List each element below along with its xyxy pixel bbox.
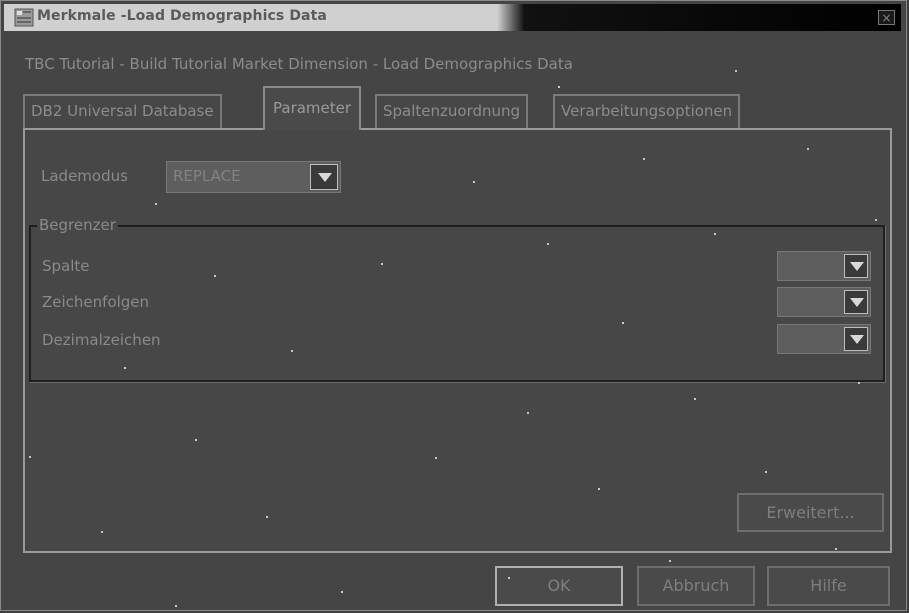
ok-button[interactable]: OK xyxy=(495,566,623,606)
title-bar[interactable]: Merkmale -Load Demographics Data × xyxy=(4,4,901,31)
object-path-label: TBC Tutorial - Build Tutorial Market Dim… xyxy=(25,55,573,73)
noise-speck xyxy=(291,350,293,352)
noise-speck xyxy=(669,560,671,562)
noise-speck xyxy=(175,605,177,607)
noise-speck xyxy=(875,219,877,221)
noise-speck xyxy=(714,233,716,235)
noise-speck xyxy=(858,382,860,384)
lademodus-select[interactable]: REPLACE xyxy=(166,161,341,193)
begrenzer-legend: Begrenzer xyxy=(37,216,118,234)
lademodus-value: REPLACE xyxy=(173,167,241,185)
hilfe-button[interactable]: Hilfe xyxy=(767,566,890,606)
noise-speck xyxy=(643,158,645,160)
properties-dialog: Merkmale -Load Demographics Data × TBC T… xyxy=(0,0,907,611)
noise-speck xyxy=(765,471,767,473)
noise-speck xyxy=(195,439,197,441)
dezimalzeichen-select[interactable] xyxy=(777,324,871,354)
noise-speck xyxy=(735,70,737,72)
noise-speck xyxy=(144,18,146,20)
abbruch-button[interactable]: Abbruch xyxy=(637,566,755,606)
zeichenfolgen-label: Zeichenfolgen xyxy=(42,293,150,311)
spalte-select[interactable] xyxy=(777,251,871,281)
erweitert-button[interactable]: Erweitert... xyxy=(737,493,884,532)
noise-speck xyxy=(694,398,696,400)
begrenzer-group xyxy=(29,225,885,382)
noise-speck xyxy=(101,531,103,533)
noise-speck xyxy=(155,203,157,205)
noise-speck xyxy=(807,148,809,150)
noise-speck xyxy=(381,263,383,265)
chevron-down-icon[interactable] xyxy=(310,164,338,190)
noise-speck xyxy=(527,412,529,414)
noise-speck xyxy=(124,367,126,369)
tab-verarbeitungsoptionen[interactable]: Verarbeitungsoptionen xyxy=(553,94,741,128)
window-title: Merkmale -Load Demographics Data xyxy=(37,8,327,24)
noise-speck xyxy=(835,548,837,550)
chevron-down-icon[interactable] xyxy=(844,327,868,351)
noise-speck xyxy=(266,516,268,518)
zeichenfolgen-select[interactable] xyxy=(777,287,871,317)
app-icon xyxy=(14,8,34,27)
spalte-label: Spalte xyxy=(42,257,90,275)
noise-speck xyxy=(29,456,31,458)
noise-speck xyxy=(547,243,549,245)
tab-parameter[interactable]: Parameter xyxy=(263,86,362,130)
chevron-down-icon[interactable] xyxy=(844,254,868,278)
noise-speck xyxy=(435,457,437,459)
dezimalzeichen-label: Dezimalzeichen xyxy=(42,331,161,349)
noise-speck xyxy=(558,86,560,88)
noise-speck xyxy=(508,577,510,579)
chevron-down-icon[interactable] xyxy=(844,290,868,314)
noise-speck xyxy=(622,322,624,324)
tab-db2-universal-database[interactable]: DB2 Universal Database xyxy=(23,94,222,128)
close-icon[interactable]: × xyxy=(878,10,895,25)
noise-speck xyxy=(341,591,343,593)
tab-spaltenzuordnung[interactable]: Spaltenzuordnung xyxy=(375,94,529,128)
noise-speck xyxy=(598,488,600,490)
lademodus-label: Lademodus xyxy=(41,167,128,185)
noise-speck xyxy=(214,275,216,277)
noise-speck xyxy=(473,181,475,183)
